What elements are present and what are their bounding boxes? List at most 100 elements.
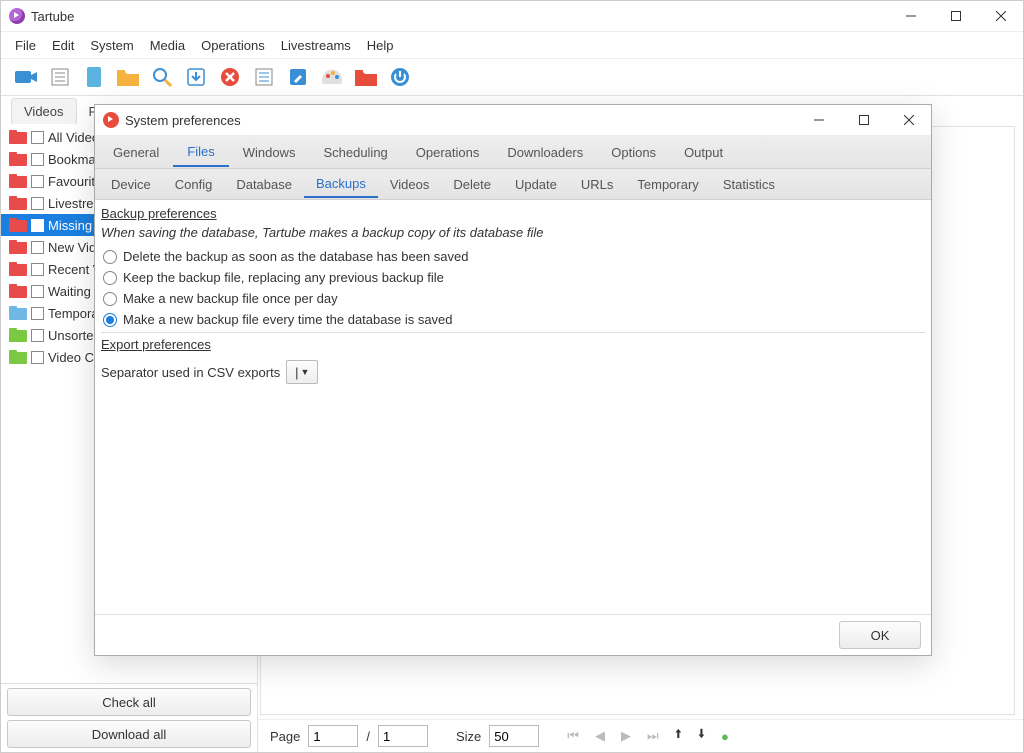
first-page-icon[interactable]: ⏮ <box>567 728 579 744</box>
toolbar-edit-icon[interactable] <box>285 64 311 90</box>
checkbox[interactable] <box>31 153 44 166</box>
dialog-tab2-device[interactable]: Device <box>99 172 163 197</box>
menu-operations[interactable]: Operations <box>193 35 273 56</box>
dialog-minimize-button[interactable] <box>796 105 841 135</box>
toolbar-folder2-icon[interactable] <box>353 64 379 90</box>
toolbar-search-icon[interactable] <box>149 64 175 90</box>
radio-icon[interactable] <box>103 250 117 264</box>
dialog-tab2-config[interactable]: Config <box>163 172 225 197</box>
toolbar-power-icon[interactable] <box>387 64 413 90</box>
toolbar-folder-icon[interactable] <box>115 64 141 90</box>
toolbar-stop-icon[interactable] <box>217 64 243 90</box>
menu-help[interactable]: Help <box>359 35 402 56</box>
scroll-up-icon[interactable]: 🠩 <box>675 725 682 747</box>
checkbox[interactable] <box>31 285 44 298</box>
folder-icon <box>9 130 27 144</box>
menubar: File Edit System Media Operations Livest… <box>1 32 1023 59</box>
folder-icon <box>9 152 27 166</box>
menu-edit[interactable]: Edit <box>44 35 82 56</box>
backup-option-label: Make a new backup file every time the da… <box>123 312 453 327</box>
ok-button[interactable]: OK <box>839 621 921 649</box>
add-icon[interactable]: ● <box>721 729 729 744</box>
checkbox[interactable] <box>31 197 44 210</box>
dialog-tab1-general[interactable]: General <box>99 139 173 166</box>
pages-total-input[interactable] <box>378 725 428 747</box>
dialog-footer: OK <box>95 614 931 655</box>
checkbox[interactable] <box>31 351 44 364</box>
backup-option[interactable]: Make a new backup file once per day <box>101 288 925 309</box>
dialog-tab1-operations[interactable]: Operations <box>402 139 494 166</box>
folder-icon <box>9 218 27 232</box>
dialog-tab1-windows[interactable]: Windows <box>229 139 310 166</box>
dialog-tab2-delete[interactable]: Delete <box>441 172 503 197</box>
menu-system[interactable]: System <box>82 35 141 56</box>
menu-media[interactable]: Media <box>142 35 193 56</box>
backup-option[interactable]: Delete the backup as soon as the databas… <box>101 246 925 267</box>
menu-livestreams[interactable]: Livestreams <box>273 35 359 56</box>
dialog-tab1-files[interactable]: Files <box>173 138 228 167</box>
checkbox[interactable] <box>31 219 44 232</box>
dialog-tab1-downloaders[interactable]: Downloaders <box>493 139 597 166</box>
check-all-button[interactable]: Check all <box>7 688 251 716</box>
dialog-tab2-statistics[interactable]: Statistics <box>711 172 787 197</box>
dialog-tab1-scheduling[interactable]: Scheduling <box>309 139 401 166</box>
backup-option-label: Delete the backup as soon as the databas… <box>123 249 468 264</box>
preferences-dialog: System preferences GeneralFilesWindowsSc… <box>94 104 932 656</box>
menu-file[interactable]: File <box>7 35 44 56</box>
folder-icon <box>9 328 27 342</box>
backup-option-label: Make a new backup file once per day <box>123 291 338 306</box>
main-titlebar: Tartube <box>1 1 1023 32</box>
checkbox[interactable] <box>31 329 44 342</box>
toolbar-checklist-icon[interactable] <box>251 64 277 90</box>
checkbox[interactable] <box>31 131 44 144</box>
dialog-tab2-database[interactable]: Database <box>224 172 304 197</box>
checkbox[interactable] <box>31 241 44 254</box>
prev-page-icon[interactable]: ◀ <box>595 728 605 744</box>
close-button[interactable] <box>978 1 1023 31</box>
radio-icon[interactable] <box>103 313 117 327</box>
dialog-maximize-button[interactable] <box>841 105 886 135</box>
toolbar-document-icon[interactable] <box>81 64 107 90</box>
scroll-down-icon[interactable]: 🠫 <box>698 725 705 747</box>
checkbox[interactable] <box>31 263 44 276</box>
minimize-button[interactable] <box>888 1 933 31</box>
dialog-tab1-output[interactable]: Output <box>670 139 737 166</box>
dialog-tab2-videos[interactable]: Videos <box>378 172 442 197</box>
maximize-button[interactable] <box>933 1 978 31</box>
toolbar <box>1 59 1023 96</box>
dialog-close-button[interactable] <box>886 105 931 135</box>
dialog-body: Backup preferences When saving the datab… <box>95 200 931 614</box>
toolbar-list-icon[interactable] <box>47 64 73 90</box>
toolbar-download-icon[interactable] <box>183 64 209 90</box>
dialog-title: System preferences <box>125 113 241 128</box>
size-input[interactable] <box>489 725 539 747</box>
checkbox[interactable] <box>31 175 44 188</box>
checkbox[interactable] <box>31 307 44 320</box>
page-label: Page <box>270 729 300 744</box>
backup-option[interactable]: Keep the backup file, replacing any prev… <box>101 267 925 288</box>
toolbar-camera-icon[interactable] <box>13 64 39 90</box>
backup-option[interactable]: Make a new backup file every time the da… <box>101 309 925 330</box>
folder-icon <box>9 196 27 210</box>
app-icon <box>9 8 25 24</box>
page-sep: / <box>366 729 370 744</box>
download-all-button[interactable]: Download all <box>7 720 251 748</box>
folder-icon <box>9 306 27 320</box>
radio-icon[interactable] <box>103 271 117 285</box>
dialog-tab1-options[interactable]: Options <box>597 139 670 166</box>
dialog-tab2-update[interactable]: Update <box>503 172 569 197</box>
size-label: Size <box>456 729 481 744</box>
page-input[interactable] <box>308 725 358 747</box>
toolbar-palette-icon[interactable] <box>319 64 345 90</box>
tab-videos[interactable]: Videos <box>11 98 77 124</box>
next-page-icon[interactable]: ▶ <box>621 728 631 744</box>
radio-icon[interactable] <box>103 292 117 306</box>
dialog-titlebar: System preferences <box>95 105 931 136</box>
last-page-icon[interactable]: ⏭ <box>647 728 659 744</box>
dialog-tab2-temporary[interactable]: Temporary <box>625 172 710 197</box>
separator-label: Separator used in CSV exports <box>101 365 280 380</box>
dialog-tab2-urls[interactable]: URLs <box>569 172 626 197</box>
backup-desc: When saving the database, Tartube makes … <box>101 223 925 246</box>
dialog-tab2-backups[interactable]: Backups <box>304 171 378 198</box>
separator-combo[interactable]: | ▼ <box>286 360 318 384</box>
